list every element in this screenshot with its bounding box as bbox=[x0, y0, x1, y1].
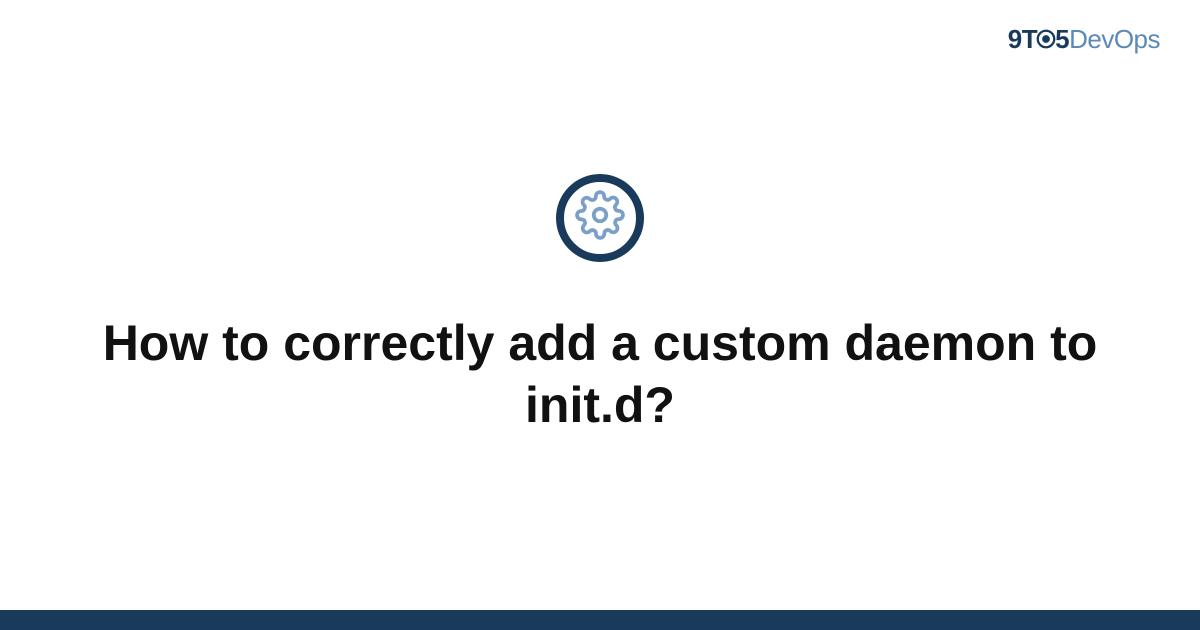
page-title: How to correctly add a custom daemon to … bbox=[100, 312, 1100, 437]
emblem-circle bbox=[556, 174, 644, 262]
main-content: How to correctly add a custom daemon to … bbox=[0, 0, 1200, 610]
bottom-bar bbox=[0, 610, 1200, 630]
gear-icon bbox=[575, 190, 625, 245]
